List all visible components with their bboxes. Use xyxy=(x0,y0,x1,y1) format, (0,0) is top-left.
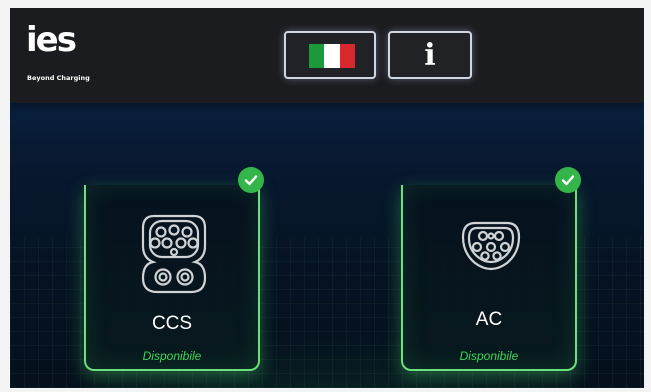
ccs-connector-icon xyxy=(141,214,207,294)
connector-title: AC xyxy=(475,309,503,330)
flag-stripe-red xyxy=(339,44,355,68)
italian-flag-icon xyxy=(309,44,355,68)
check-icon xyxy=(238,167,264,193)
flag-stripe-green xyxy=(309,44,325,68)
type2-connector-icon xyxy=(461,221,521,271)
connector-status: Disponibile xyxy=(142,349,202,363)
language-button[interactable] xyxy=(284,31,376,79)
connector-card-ccs[interactable]: CCS Disponibile xyxy=(84,185,260,371)
logo-mark: ies xyxy=(26,20,77,60)
check-icon xyxy=(555,167,581,193)
ies-logo: ies Beyond Charging xyxy=(26,20,116,84)
info-icon: i xyxy=(424,37,436,73)
top-bar: ies Beyond Charging i xyxy=(10,8,644,103)
connector-title: CCS xyxy=(151,313,193,334)
connector-card-ac[interactable]: AC Disponibile xyxy=(401,185,577,371)
connector-status: Disponibile xyxy=(459,349,519,363)
flag-stripe-white xyxy=(324,44,340,68)
info-button[interactable]: i xyxy=(388,31,472,79)
charger-screen: ies Beyond Charging i CCS Disponibile AC… xyxy=(10,8,644,388)
logo-tagline: Beyond Charging xyxy=(27,74,90,82)
